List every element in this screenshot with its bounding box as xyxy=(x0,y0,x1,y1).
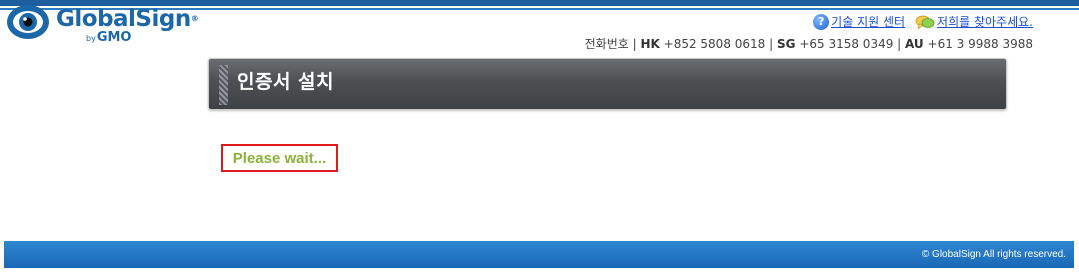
support-center-link-wrap: ? 기술 지원 센터 xyxy=(813,13,905,30)
phone-numbers: 전화번호 | HK +852 5808 0618 | SG +65 3158 0… xyxy=(584,37,1033,51)
logo-wordmark: GlobalSign® xyxy=(56,6,199,32)
phone-region-sg: SG xyxy=(776,37,796,51)
support-center-link[interactable]: 기술 지원 센터 xyxy=(831,13,905,30)
phone-number-sg: +65 3158 0349 xyxy=(799,37,894,51)
globalsign-eye-icon xyxy=(7,5,49,39)
page-footer: © GlobalSign All rights reserved. xyxy=(4,241,1074,268)
page-title-bar: 인증서 설치 xyxy=(208,58,1007,110)
phone-region-au: AU xyxy=(905,37,924,51)
globalsign-logo[interactable]: GlobalSign® byGMO xyxy=(4,4,199,46)
title-bar-stripe xyxy=(219,65,228,105)
phone-number-au: +61 3 9988 3988 xyxy=(927,37,1033,51)
status-box: Please wait... xyxy=(221,144,338,172)
copyright-text: © GlobalSign All rights reserved. xyxy=(921,249,1066,260)
find-us-link[interactable]: 저희를 찾아주세요. xyxy=(937,13,1033,30)
page-title: 인증서 설치 xyxy=(237,71,335,93)
phone-region-hk: HK xyxy=(640,37,660,51)
help-icon: ? xyxy=(813,13,830,30)
phone-number-hk: +852 5808 0618 xyxy=(663,37,766,51)
chat-bubbles-icon xyxy=(915,15,935,30)
logo-by-gmo: byGMO xyxy=(86,30,132,45)
header-links: ? 기술 지원 센터 저희를 찾아주세요. xyxy=(813,13,1033,30)
status-message: Please wait... xyxy=(232,149,327,167)
find-us-link-wrap: 저희를 찾아주세요. xyxy=(915,13,1033,30)
phone-label: 전화번호 xyxy=(584,37,629,51)
